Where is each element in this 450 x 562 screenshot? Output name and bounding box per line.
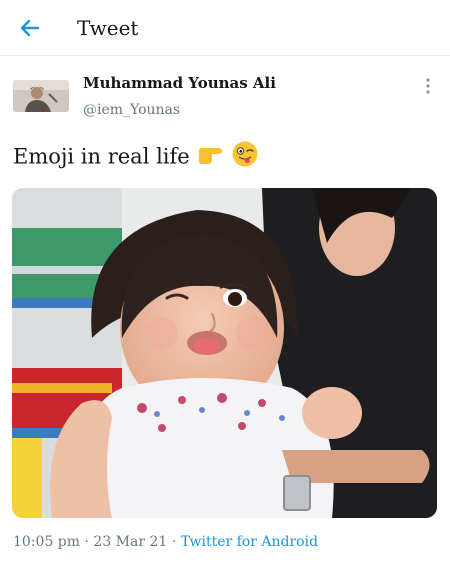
top-bar: Tweet — [0, 0, 450, 56]
tweet-body: Emoji in real life — [13, 140, 259, 176]
back-button[interactable] — [16, 14, 44, 42]
pointing-right-emoji — [196, 142, 224, 174]
avatar[interactable] — [13, 80, 69, 112]
tweet-source-link[interactable]: Twitter for Android — [181, 534, 318, 550]
meta-separator: · — [80, 534, 94, 550]
author-handle[interactable]: @iem_Younas — [83, 102, 180, 118]
arrow-left-icon — [20, 19, 40, 37]
more-options-button[interactable] — [418, 74, 438, 98]
tweet-photo[interactable] — [12, 188, 437, 518]
meta-separator: · — [167, 534, 181, 550]
page-title: Tweet — [77, 16, 139, 40]
winking-face-tongue-emoji — [231, 140, 259, 176]
tweet-time[interactable]: 10:05 pm — [13, 534, 80, 550]
tweet-meta: 10:05 pm · 23 Mar 21 · Twitter for Andro… — [13, 534, 318, 550]
tweet-date[interactable]: 23 Mar 21 — [93, 534, 167, 550]
vertical-dots-icon — [426, 78, 430, 94]
author-name[interactable]: Muhammad Younas Ali — [83, 74, 276, 92]
tweet-text: Emoji in real life — [13, 144, 190, 169]
